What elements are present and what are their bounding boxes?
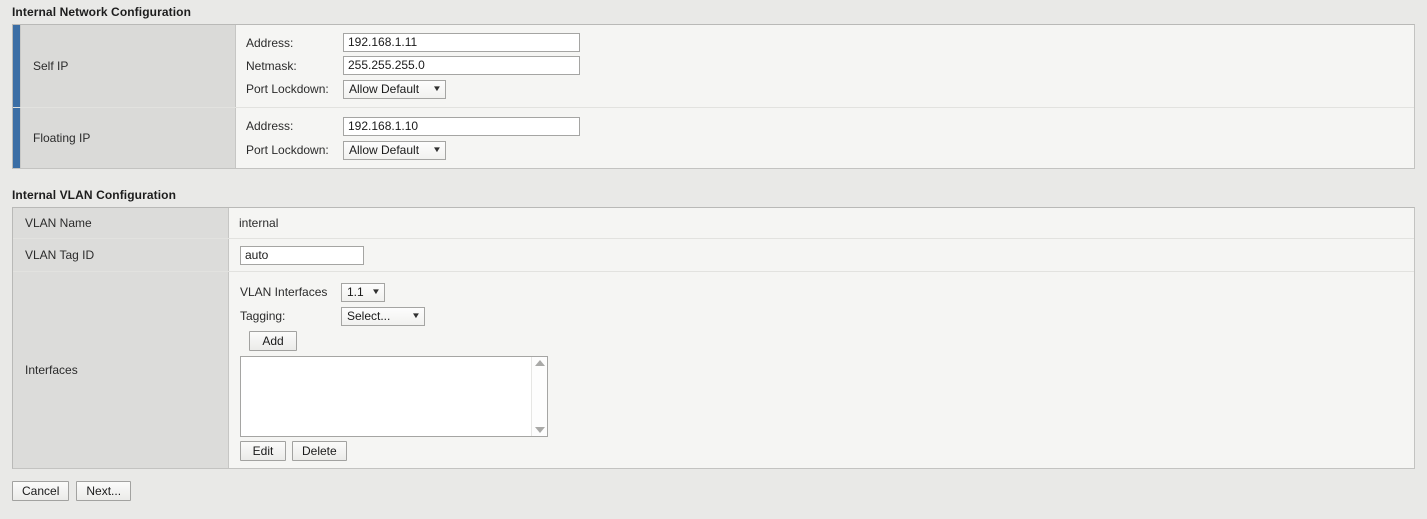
row-label-vlan-tag-id: VLAN Tag ID (13, 239, 229, 271)
field-vlan-interfaces: VLAN Interfaces 1.1 ▼ (240, 281, 1414, 303)
field-label-port-lockdown: Port Lockdown: (246, 82, 329, 97)
floating-ip-address-input[interactable] (343, 116, 580, 136)
field-label-tagging: Tagging: (240, 309, 286, 324)
row-fields-floating-ip: Address: Port Lockdown: Allow Default ▼ (236, 108, 1414, 168)
field-label-port-lockdown: Port Lockdown: (246, 143, 329, 157)
row-fields-self-ip: Address: Netmask: Port Lockdown: Allow D… (236, 25, 1414, 107)
add-button[interactable]: Add (249, 331, 297, 352)
scroll-down-arrow-icon[interactable] (534, 427, 545, 433)
interfaces-action-buttons: Edit Delete (240, 441, 1414, 461)
row-label-vlan-name: VLAN Name (13, 208, 229, 238)
tagging-select[interactable]: Select... ▼ (341, 306, 425, 326)
table-row-vlan-tag-id: VLAN Tag ID (13, 239, 1414, 272)
floating-ip-port-lockdown-select[interactable]: Allow Default ▼ (343, 140, 446, 160)
next-button[interactable]: Next... (76, 481, 132, 501)
interfaces-controls: VLAN Interfaces 1.1 ▼ Tagging: Select...… (229, 272, 1414, 468)
delete-button[interactable]: Delete (292, 441, 347, 461)
field-floating-ip-port-lockdown: Port Lockdown: Allow Default ▼ (246, 139, 1414, 161)
field-label-netmask: Netmask: (246, 58, 297, 73)
chevron-down-icon: ▼ (371, 287, 381, 297)
add-button-row: Add (240, 330, 1414, 352)
row-label-text: Self IP (33, 59, 69, 73)
vlan-interfaces-value: 1.1 (347, 285, 364, 300)
table-row-interfaces: Interfaces VLAN Interfaces 1.1 ▼ Tagging… (13, 272, 1414, 468)
row-label-interfaces: Interfaces (13, 272, 229, 468)
table-row-floating-ip: Floating IP Address: Port Lockdown: Allo… (13, 108, 1414, 168)
vlan-tag-id-field (229, 239, 1414, 271)
row-label-text: Interfaces (25, 363, 78, 377)
row-accent-bar (13, 25, 21, 107)
self-ip-port-lockdown-select[interactable]: Allow Default ▼ (343, 79, 446, 99)
interfaces-listbox[interactable] (240, 355, 548, 437)
listbox-scrollbar[interactable] (531, 356, 547, 436)
field-floating-ip-address: Address: (246, 115, 1414, 137)
scroll-up-arrow-icon[interactable] (534, 359, 545, 366)
row-label-self-ip: Self IP (21, 25, 236, 107)
edit-button[interactable]: Edit (240, 441, 286, 461)
chevron-down-icon: ▼ (432, 145, 442, 154)
field-label-address: Address: (246, 35, 294, 50)
field-tagging: Tagging: Select... ▼ (240, 305, 1414, 327)
self-ip-port-lockdown-value: Allow Default (349, 82, 420, 97)
chevron-down-icon: ▼ (411, 311, 421, 321)
field-label-vlan-interfaces: VLAN Interfaces (240, 285, 328, 300)
self-ip-netmask-input[interactable] (343, 56, 580, 76)
vlan-tag-id-input[interactable] (240, 245, 364, 265)
row-accent-bar (13, 108, 21, 168)
chevron-down-icon: ▼ (432, 84, 442, 94)
table-row-vlan-name: VLAN Name internal (13, 208, 1414, 239)
floating-ip-port-lockdown-value: Allow Default (349, 143, 420, 157)
vlan-name-value: internal (239, 216, 279, 230)
internal-vlan-configuration-table: VLAN Name internal VLAN Tag ID Interface… (12, 207, 1415, 469)
field-self-ip-port-lockdown: Port Lockdown: Allow Default ▼ (246, 79, 1414, 100)
field-label-address: Address: (246, 119, 294, 133)
cancel-button[interactable]: Cancel (12, 481, 70, 501)
internal-network-configuration-table: Self IP Address: Netmask: Port Lockdown:… (12, 24, 1415, 169)
row-label-text: VLAN Name (25, 216, 92, 230)
field-self-ip-netmask: Netmask: (246, 55, 1414, 76)
vlan-interfaces-select[interactable]: 1.1 ▼ (341, 282, 385, 302)
table-row-self-ip: Self IP Address: Netmask: Port Lockdown:… (13, 25, 1414, 108)
tagging-value: Select... (347, 309, 391, 324)
vlan-section-title: Internal VLAN Configuration (12, 188, 177, 202)
row-label-floating-ip: Floating IP (21, 108, 236, 168)
row-label-text: VLAN Tag ID (25, 248, 95, 262)
row-label-text: Floating IP (33, 131, 91, 145)
wizard-page: Internal Network Configuration Self IP A… (0, 0, 1427, 519)
wizard-footer: Cancel Next... (0, 469, 1427, 501)
self-ip-address-input[interactable] (343, 33, 580, 53)
network-section-title: Internal Network Configuration (12, 5, 192, 19)
field-self-ip-address: Address: (246, 32, 1414, 53)
